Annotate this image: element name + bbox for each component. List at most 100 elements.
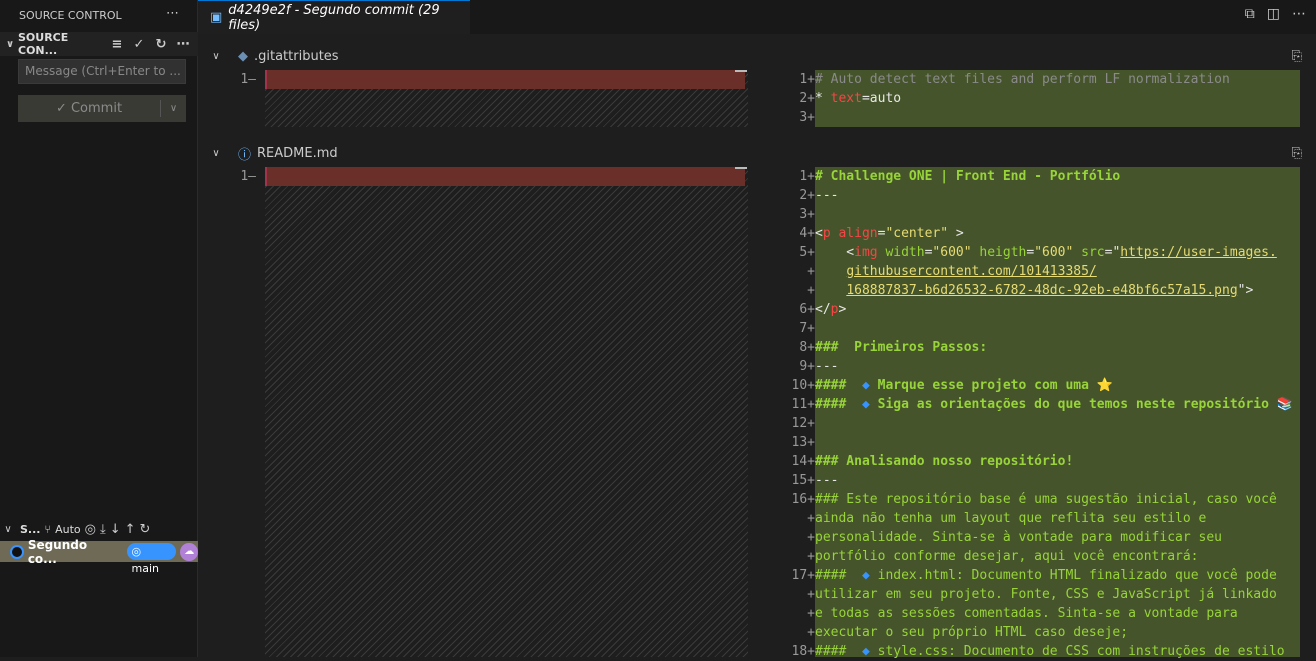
line-number: 2+ [799, 91, 815, 106]
commit-button[interactable]: ✓ Commit ∨ [18, 95, 186, 122]
tab-title: d4249e2f - Segundo commit (29 files) [228, 2, 440, 33]
code-line: <p align="center" > [815, 224, 964, 243]
code-token: #### [815, 378, 862, 393]
line-number: + [807, 511, 815, 526]
modified-pane[interactable]: # Challenge ONE | Front End - Portfólio -… [815, 167, 1300, 659]
code-line: --- [815, 357, 838, 376]
info-icon: ⓘ [238, 147, 252, 163]
code-line: ### Primeiros Passos: [815, 338, 987, 357]
tab-bar: ▣ d4249e2f - Segundo commit (29 files) ⧉… [198, 0, 1316, 34]
line-number: + [807, 625, 815, 640]
source-control-sidebar: SOURCE CONTROL ⋯ ∨ SOURCE CON... ≡ ✓ ↻ ⋯… [0, 0, 199, 657]
branch-icon: ⑂ [44, 522, 52, 536]
code-token: < [815, 245, 855, 260]
code-token: heigth [971, 245, 1027, 260]
chevron-down-icon: ∨ [4, 523, 12, 535]
code-line: #### ◆ Marque esse projeto com uma ⭐ [815, 376, 1113, 395]
code-token: #### [815, 568, 862, 583]
commit-dropdown-chevron-icon[interactable]: ∨ [160, 100, 186, 117]
code-line: --- [815, 471, 838, 490]
pull-icon[interactable]: ↓ [110, 522, 121, 537]
line-number: 4+ [799, 226, 815, 241]
line-number: 1+ [799, 169, 815, 184]
code-token: Marque esse projeto com uma ⭐ [869, 378, 1113, 393]
line-number: + [807, 530, 815, 545]
more-actions-icon[interactable]: ⋯ [166, 6, 179, 21]
line-number: + [807, 606, 815, 621]
file-name: .gitattributes [254, 48, 339, 64]
code-line: utilizar em seu projeto. Fonte, CSS e Ja… [815, 585, 1277, 604]
push-icon[interactable]: ↑ [125, 522, 136, 537]
chevron-down-icon[interactable]: ∨ [208, 148, 224, 159]
line-number: 3+ [799, 207, 815, 222]
deleted-line [265, 70, 745, 89]
code-line: </p> [815, 300, 846, 319]
view-as-list-icon[interactable]: ≡ [106, 37, 128, 52]
line-number: 17+ [791, 568, 815, 583]
chevron-down-icon: ∨ [5, 38, 15, 50]
more-actions-icon[interactable]: ⋯ [1292, 6, 1306, 22]
check-icon: ✓ [55, 101, 71, 116]
refresh-icon[interactable]: ↻ [150, 37, 172, 52]
code-line: <img width="600" heigth="600" src="https… [815, 243, 1277, 262]
code-token: =auto [861, 91, 902, 106]
commit-check-icon[interactable]: ✓ [128, 37, 150, 52]
code-token: src [1073, 245, 1105, 260]
file-header[interactable]: ∨ ◆ .gitattributes ⎘ [198, 44, 1316, 68]
code-line: personalidade. Sinta-se à vontade para m… [815, 528, 1222, 547]
diff-file-icon: ▣ [210, 10, 223, 25]
chevron-down-icon[interactable]: ∨ [208, 51, 224, 62]
code-line: #### ◆ style.css: Documento de CSS com i… [815, 642, 1285, 661]
line-number: 8+ [799, 340, 815, 355]
code-token: * [815, 91, 831, 106]
modified-pane[interactable]: # Auto detect text files and perform LF … [815, 70, 1300, 127]
code-token: ◆ [861, 397, 870, 412]
open-changes-icon[interactable]: ⧉ [1245, 6, 1255, 22]
line-number: 1+ [799, 72, 815, 87]
auto-branch-label[interactable]: Auto [55, 523, 81, 536]
code-line: githubusercontent.com/101413385/ [815, 262, 1096, 281]
more-icon[interactable]: ⋯ [172, 37, 194, 52]
commit-message-input[interactable]: Message (Ctrl+Enter to ... [18, 59, 186, 84]
code-token: ◆ [861, 378, 870, 393]
code-token: Siga as orientações do que temos neste r… [869, 397, 1293, 412]
code-token: > [838, 302, 847, 317]
branch-name: main [131, 562, 160, 575]
code-token: ainda não tenha um layout que reflita se… [815, 511, 1207, 526]
code-token: = [1026, 245, 1035, 260]
code-token: index.html: Documento HTML finalizado qu… [869, 568, 1277, 583]
scrollbar-marker[interactable] [735, 167, 747, 169]
code-line: e todas as sessões comentadas. Sinta-se … [815, 604, 1238, 623]
deleted-line [265, 167, 745, 186]
file-header[interactable]: ∨ ⓘ README.md ⎘ [198, 141, 1316, 165]
code-line: ### Analisando nosso repositório! [815, 452, 1073, 471]
code-token: portfólio conforme desejar, aqui você en… [815, 549, 1199, 564]
open-file-icon[interactable]: ⎘ [1292, 49, 1302, 64]
graph-commit-row[interactable]: Segundo co... ◎ main ☁ [0, 538, 199, 575]
code-line: executar o seu próprio HTML caso deseje; [815, 623, 1128, 642]
code-line: ### Este repositório base é uma sugestão… [815, 490, 1277, 509]
code-token: p [822, 226, 831, 241]
scrollbar-marker[interactable] [735, 70, 747, 72]
original-line-number: 1— [240, 72, 256, 87]
empty-original-hatch [265, 167, 748, 657]
code-token: executar o seu próprio HTML caso deseje; [815, 625, 1129, 640]
code-token: utilizar em seu projeto. Fonte, CSS e Ja… [815, 587, 1277, 602]
code-token: > [948, 226, 964, 241]
code-token: ### Analisando nosso repositório! [815, 454, 1074, 469]
split-editor-icon[interactable]: ◫ [1267, 6, 1280, 22]
code-line: 168887837-b6d26532-6782-48dc-92eb-e48bf6… [815, 281, 1253, 300]
fetch-icon[interactable]: ⤓ [100, 522, 106, 537]
line-number: + [807, 549, 815, 564]
source-control-section-header[interactable]: ∨ SOURCE CON... ≡ ✓ ↻ ⋯ [0, 31, 198, 57]
line-number: 3+ [799, 110, 815, 125]
open-file-icon[interactable]: ⎘ [1292, 146, 1302, 161]
tab-commit-diff[interactable]: ▣ d4249e2f - Segundo commit (29 files) [198, 0, 470, 34]
refresh-icon[interactable]: ↻ [140, 522, 151, 537]
target-icon[interactable]: ◎ [85, 522, 96, 537]
line-number: 14+ [791, 454, 815, 469]
original-line-number: 1— [240, 169, 256, 184]
git-icon: ◆ [238, 48, 248, 64]
code-token: width [877, 245, 925, 260]
